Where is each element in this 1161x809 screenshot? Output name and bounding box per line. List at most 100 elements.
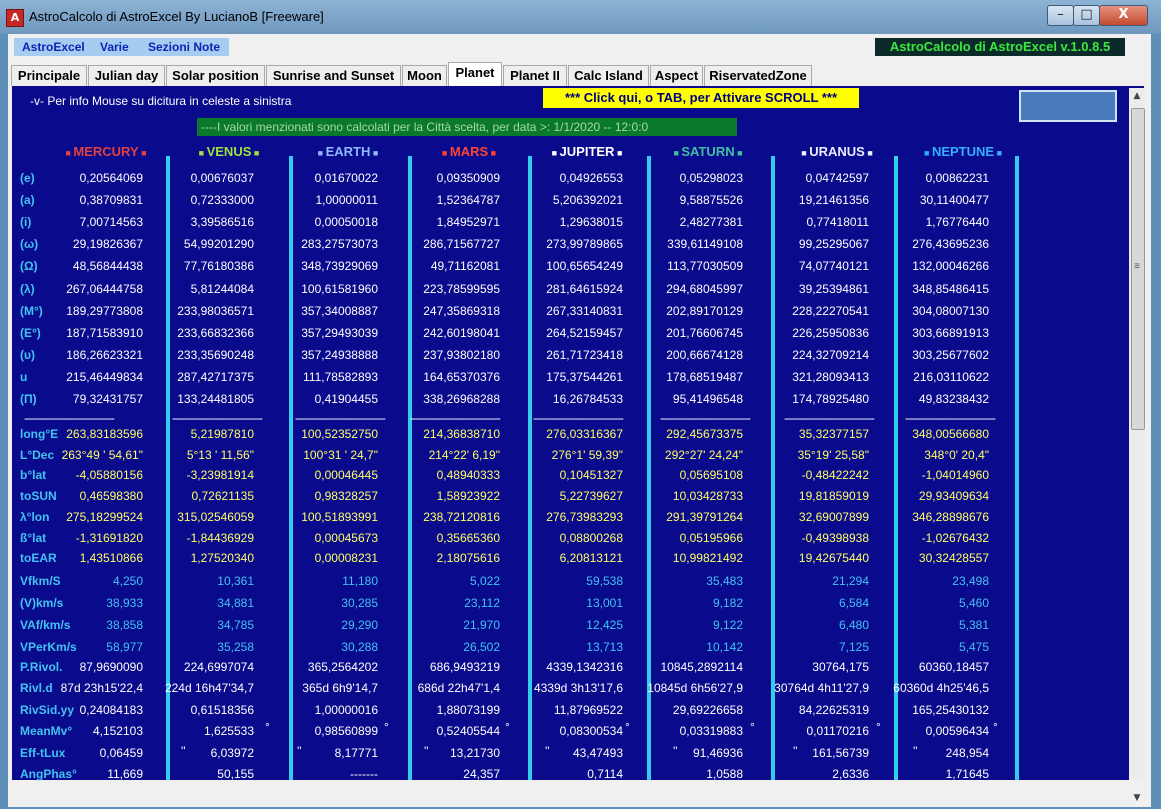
value-cell: 60360d 4h25'46,5 — [893, 681, 989, 696]
dash-separator: ------------------------------ — [533, 411, 624, 425]
app-icon: A — [6, 9, 24, 27]
menu-sezioni-note[interactable]: Sezioni Note — [148, 40, 220, 54]
value-cell: 60360,18457 — [918, 660, 989, 674]
value-cell: 165,25430132 — [912, 702, 989, 717]
planet-name: MARS — [449, 144, 489, 159]
value-cell: -1,02676432 — [921, 530, 989, 545]
quote-prefix: '' — [297, 743, 302, 758]
dash-separator: ------------------------------ — [784, 411, 875, 425]
planet-name: EARTH — [325, 144, 371, 159]
tab-riservatedzone[interactable]: RiservatedZone — [704, 65, 812, 86]
degree-suffix: ° — [625, 720, 630, 735]
value-cell: 0,00862231 — [925, 171, 989, 185]
menu-varie[interactable]: Varie — [100, 40, 129, 54]
activate-scroll-button[interactable]: *** Click qui, o TAB, per Attivare SCROL… — [543, 88, 859, 108]
dash-separator: ------------------------------ — [295, 411, 386, 425]
planet-name: SATURN — [681, 144, 735, 159]
quote-prefix: '' — [673, 743, 678, 758]
value-cell: 5,475 — [958, 640, 989, 654]
close-button[interactable]: X — [1099, 5, 1148, 26]
value-cell: 348,00566680 — [912, 427, 989, 441]
value-cell: 276,43695236 — [912, 237, 989, 252]
tab-planet-ii[interactable]: Planet II — [503, 65, 567, 86]
date-notice: ----I valori menzionati sono calcolati p… — [197, 118, 737, 136]
value-cell: 0,00596434 — [925, 724, 989, 739]
planet-name: VENUS — [206, 144, 252, 159]
quote-prefix: '' — [181, 743, 186, 758]
title-bar[interactable]: A AstroCalcolo di AstroExcel By LucianoB… — [0, 0, 1161, 34]
minimize-button[interactable]: – — [1047, 5, 1074, 26]
tab-planet[interactable]: Planet — [448, 62, 502, 87]
value-cell: 30,11400477 — [919, 193, 989, 208]
value-cell: 348°0' 20,4" — [924, 447, 989, 462]
square-marker-icon: ■ — [734, 148, 743, 158]
scroll-up-arrow-icon[interactable]: ▲ — [1129, 88, 1145, 104]
dash-separator: ------------------------------ — [24, 411, 115, 425]
square-marker-icon: ■ — [441, 148, 450, 158]
planet-header-neptune: ■ NEPTUNE ■ — [903, 144, 1023, 159]
value-cell: 348,85486415 — [912, 281, 989, 296]
tab-sunrise-sunset[interactable]: Sunrise and Sunset — [266, 65, 401, 86]
square-marker-icon: ■ — [198, 148, 207, 158]
square-marker-icon: ■ — [138, 148, 147, 158]
dash-separator: ------------------------------ — [172, 411, 263, 425]
square-marker-icon: ■ — [801, 148, 810, 158]
quote-prefix: '' — [545, 743, 550, 758]
square-marker-icon: ■ — [317, 148, 326, 158]
quote-prefix: '' — [913, 743, 918, 758]
planet-name: URANUS — [809, 144, 865, 159]
value-cell: 346,28898676 — [912, 509, 989, 524]
degree-suffix: ° — [505, 720, 510, 735]
tab-principale[interactable]: Principale — [11, 65, 87, 86]
window-title: AstroCalcolo di AstroExcel By LucianoB [… — [29, 9, 324, 24]
maximize-button[interactable]: □ — [1073, 5, 1100, 26]
square-marker-icon: ■ — [251, 148, 260, 158]
degree-suffix: ° — [993, 720, 998, 735]
planet-header-mercury: ■ MERCURY ■ — [46, 144, 166, 159]
square-marker-icon: ■ — [924, 148, 932, 158]
value-cell: 5,381 — [958, 618, 989, 632]
square-marker-icon: ■ — [864, 148, 873, 158]
degree-suffix: ° — [265, 720, 270, 735]
column-separator — [1015, 156, 1019, 780]
degree-suffix: ° — [750, 720, 755, 735]
value-cell: 132,00046266 — [912, 259, 989, 274]
dash-separator: ------------------------------ — [410, 411, 501, 425]
value-cell: 1,76776440 — [925, 215, 989, 230]
quote-prefix: '' — [793, 743, 798, 758]
tab-calc-island[interactable]: Calc Island — [568, 65, 649, 86]
version-label: AstroCalcolo di AstroExcel v.1.0.8.5 — [875, 38, 1125, 56]
planet-header-earth: ■ EARTH ■ — [288, 144, 408, 159]
value-cell: 303,25677602 — [912, 347, 989, 362]
dash-separator: ------------------------------ — [905, 411, 996, 425]
tab-moon[interactable]: Moon — [402, 65, 447, 86]
value-cell: 216,03110622 — [913, 369, 989, 384]
value-cell: 30,32428557 — [918, 551, 989, 566]
planet-name: JUPITER — [559, 144, 615, 159]
scroll-down-arrow-icon[interactable]: ▼ — [1129, 790, 1145, 806]
degree-suffix: ° — [384, 720, 389, 735]
planet-header-mars: ■ MARS ■ — [409, 144, 529, 159]
value-cell: 303,66891913 — [912, 325, 989, 340]
planet-name: NEPTUNE — [931, 144, 995, 159]
tab-solar-position[interactable]: Solar position — [166, 65, 265, 86]
tab-aspect[interactable]: Aspect — [650, 65, 703, 86]
quote-prefix: '' — [424, 743, 429, 758]
planet-header-saturn: ■ SATURN ■ — [648, 144, 768, 159]
value-cell: 23,498 — [952, 574, 989, 588]
square-marker-icon: ■ — [551, 148, 560, 158]
value-cell: 49,83238432 — [918, 392, 989, 406]
tab-julian-day[interactable]: Julian day — [88, 65, 165, 86]
dash-separator: ------------------------------ — [660, 411, 751, 425]
menu-astroexcel[interactable]: AstroExcel — [22, 40, 85, 54]
planet-header-jupiter: ■ JUPITER ■ — [527, 144, 647, 159]
corner-box[interactable] — [1019, 90, 1117, 122]
square-marker-icon: ■ — [994, 148, 1002, 158]
info-text: -v- Per info Mouse su dicitura in celest… — [30, 94, 292, 108]
square-marker-icon: ■ — [488, 148, 497, 158]
value-cell: 1,71645 — [945, 767, 989, 781]
planet-name: MERCURY — [73, 144, 139, 159]
degree-suffix: ° — [876, 720, 881, 735]
square-marker-icon: ■ — [614, 148, 623, 158]
scrollbar-grip-icon: ≡ — [1134, 261, 1140, 272]
